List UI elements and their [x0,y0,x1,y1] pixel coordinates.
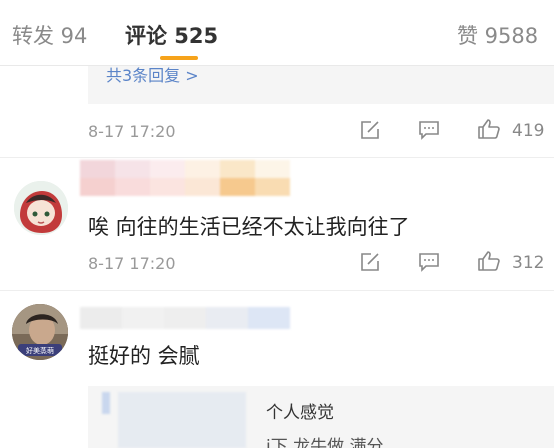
sub-reply-text-partial: i下 龙牛做 满分 [266,437,384,448]
comment-icon[interactable] [418,252,440,272]
divider [0,290,554,291]
username-obscured [80,160,290,196]
like-icon[interactable] [477,118,501,140]
divider [0,157,554,158]
reply-username-obscured [118,392,246,448]
comment-time: 8-17 17:20 [88,122,176,141]
repost-icon[interactable] [360,120,380,140]
reply-preview-box: 个人感觉 i下 龙牛做 满分 [88,386,554,448]
comment-time: 8-17 17:20 [88,254,176,273]
sub-reply-text: 个人感觉 [266,403,334,423]
like-icon[interactable] [477,250,501,272]
tab-reposts[interactable]: 转发 94 [12,20,87,50]
like-count: 312 [512,253,545,273]
reply-username-obscured [102,392,110,414]
active-tab-indicator [160,56,198,60]
tab-comments[interactable]: 评论 525 [125,20,218,50]
avatar[interactable] [14,181,68,235]
comment-text: 挺好的 会腻 [88,344,200,368]
comment-icon[interactable] [418,120,440,140]
like-count: 419 [512,121,545,141]
avatar[interactable]: 好美蒸萌 [12,304,68,360]
avatar-badge: 好美蒸萌 [26,346,54,355]
tab-likes[interactable]: 赞 9588 [457,20,538,50]
view-replies-link[interactable]: 共3条回复 > [106,62,199,86]
username-obscured [80,307,290,329]
reply-preview-box: 共3条回复 > [88,66,554,104]
repost-icon[interactable] [360,252,380,272]
tab-bar: 转发 94 评论 525 赞 9588 [0,0,554,66]
comment-text: 唉 向往的生活已经不太让我向往了 [88,215,410,239]
